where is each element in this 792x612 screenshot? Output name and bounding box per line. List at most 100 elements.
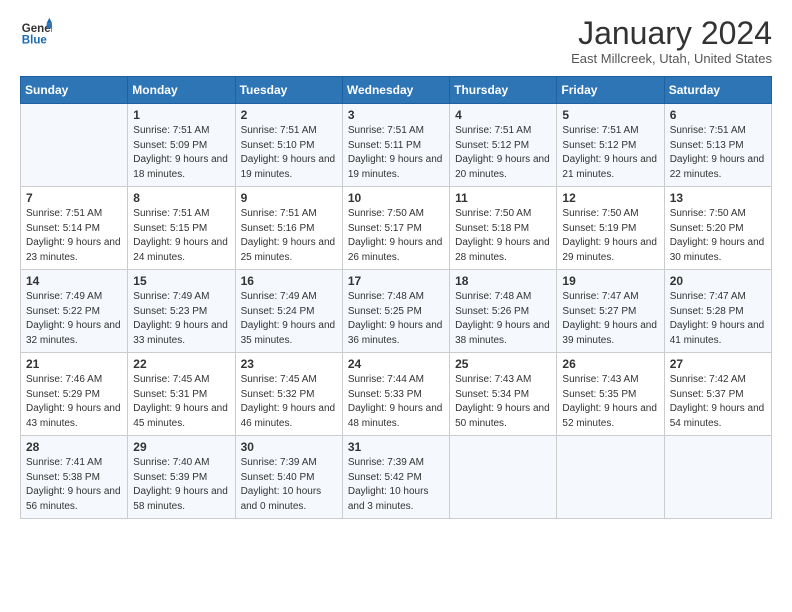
calendar-day-cell: 5Sunrise: 7:51 AMSunset: 5:12 PMDaylight… [557, 104, 664, 187]
calendar-day-cell: 22 Sunrise: 7:45 AMSunset: 5:31 PMDayligh… [128, 353, 235, 436]
day-number: 11 [455, 191, 551, 205]
day-info: Sunrise: 7:51 AMSunset: 5:12 PMDaylight:… [562, 124, 658, 182]
calendar-day-cell: 13 Sunrise: 7:50 AMSunset: 5:20 PMDayligh… [664, 187, 771, 270]
calendar-day-cell: 21Sunrise: 7:46 AMSunset: 5:29 PMDayligh… [21, 353, 128, 436]
calendar-week-row: 7 Sunrise: 7:51 AMSunset: 5:14 PMDaylight… [21, 187, 772, 270]
calendar-body: 1 Sunrise: 7:51 AMSunset: 5:09 PMDaylight… [21, 104, 772, 519]
calendar-day-cell: 23 Sunrise: 7:45 AMSunset: 5:32 PMDayligh… [235, 353, 342, 436]
header: General Blue January 2024 East Millcreek… [20, 16, 772, 66]
day-number: 10 [348, 191, 444, 205]
day-number: 4 [455, 108, 551, 122]
day-number: 7 [26, 191, 122, 205]
day-info: Sunrise: 7:51 AMSunset: 5:10 PMDaylight:… [241, 124, 337, 182]
day-info: Sunrise: 7:48 AMSunset: 5:26 PMDaylight:… [455, 290, 551, 348]
day-info: Sunrise: 7:43 AMSunset: 5:34 PMDaylight:… [455, 373, 551, 431]
svg-text:Blue: Blue [22, 35, 48, 47]
calendar-day-cell: 26Sunrise: 7:43 AMSunset: 5:35 PMDayligh… [557, 353, 664, 436]
day-info: Sunrise: 7:51 AMSunset: 5:12 PMDaylight:… [455, 124, 551, 182]
day-info: Sunrise: 7:49 AMSunset: 5:23 PMDaylight:… [133, 290, 229, 348]
day-number: 26 [562, 357, 658, 371]
calendar-day-cell: 20 Sunrise: 7:47 AMSunset: 5:28 PMDayligh… [664, 270, 771, 353]
day-number: 6 [670, 108, 766, 122]
calendar-day-cell: 18 Sunrise: 7:48 AMSunset: 5:26 PMDayligh… [450, 270, 557, 353]
day-number: 29 [133, 440, 229, 454]
day-info: Sunrise: 7:49 AMSunset: 5:22 PMDaylight:… [26, 290, 122, 348]
weekday-header-row: SundayMondayTuesdayWednesdayThursdayFrid… [21, 77, 772, 104]
day-number: 3 [348, 108, 444, 122]
calendar-day-cell: 19 Sunrise: 7:47 AMSunset: 5:27 PMDayligh… [557, 270, 664, 353]
calendar-day-cell: 17Sunrise: 7:48 AMSunset: 5:25 PMDayligh… [342, 270, 449, 353]
weekday-header-cell: Tuesday [235, 77, 342, 104]
calendar-week-row: 21Sunrise: 7:46 AMSunset: 5:29 PMDayligh… [21, 353, 772, 436]
day-info: Sunrise: 7:49 AMSunset: 5:24 PMDaylight:… [241, 290, 337, 348]
day-info: Sunrise: 7:40 AMSunset: 5:39 PMDaylight:… [133, 456, 229, 514]
day-number: 20 [670, 274, 766, 288]
day-info: Sunrise: 7:47 AMSunset: 5:27 PMDaylight:… [562, 290, 658, 348]
calendar-day-cell: 24Sunrise: 7:44 AMSunset: 5:33 PMDayligh… [342, 353, 449, 436]
day-info: Sunrise: 7:39 AMSunset: 5:40 PMDaylight:… [241, 456, 337, 514]
calendar-day-cell [21, 104, 128, 187]
day-info: Sunrise: 7:45 AMSunset: 5:31 PMDaylight:… [133, 373, 229, 431]
calendar-day-cell: 25 Sunrise: 7:43 AMSunset: 5:34 PMDayligh… [450, 353, 557, 436]
calendar-day-cell: 28 Sunrise: 7:41 AMSunset: 5:38 PMDayligh… [21, 436, 128, 519]
month-title: January 2024 [571, 16, 772, 51]
calendar-day-cell: 14 Sunrise: 7:49 AMSunset: 5:22 PMDayligh… [21, 270, 128, 353]
day-info: Sunrise: 7:42 AMSunset: 5:37 PMDaylight:… [670, 373, 766, 431]
day-info: Sunrise: 7:45 AMSunset: 5:32 PMDaylight:… [241, 373, 337, 431]
day-number: 2 [241, 108, 337, 122]
day-info: Sunrise: 7:51 AMSunset: 5:14 PMDaylight:… [26, 207, 122, 265]
calendar-day-cell [664, 436, 771, 519]
calendar-day-cell: 6 Sunrise: 7:51 AMSunset: 5:13 PMDaylight… [664, 104, 771, 187]
title-block: January 2024 East Millcreek, Utah, Unite… [571, 16, 772, 66]
day-number: 24 [348, 357, 444, 371]
day-number: 15 [133, 274, 229, 288]
day-number: 13 [670, 191, 766, 205]
calendar-day-cell: 10 Sunrise: 7:50 AMSunset: 5:17 PMDayligh… [342, 187, 449, 270]
day-number: 16 [241, 274, 337, 288]
day-info: Sunrise: 7:51 AMSunset: 5:16 PMDaylight:… [241, 207, 337, 265]
day-number: 22 [133, 357, 229, 371]
day-number: 14 [26, 274, 122, 288]
day-info: Sunrise: 7:50 AMSunset: 5:20 PMDaylight:… [670, 207, 766, 265]
calendar-day-cell: 27Sunrise: 7:42 AMSunset: 5:37 PMDayligh… [664, 353, 771, 436]
calendar-day-cell: 4 Sunrise: 7:51 AMSunset: 5:12 PMDaylight… [450, 104, 557, 187]
day-info: Sunrise: 7:46 AMSunset: 5:29 PMDaylight:… [26, 373, 122, 431]
day-number: 28 [26, 440, 122, 454]
calendar-day-cell [450, 436, 557, 519]
day-info: Sunrise: 7:39 AMSunset: 5:42 PMDaylight:… [348, 456, 444, 514]
day-number: 17 [348, 274, 444, 288]
weekday-header-cell: Friday [557, 77, 664, 104]
logo: General Blue [20, 16, 52, 48]
day-info: Sunrise: 7:51 AMSunset: 5:11 PMDaylight:… [348, 124, 444, 182]
calendar-day-cell: 12Sunrise: 7:50 AMSunset: 5:19 PMDayligh… [557, 187, 664, 270]
calendar-day-cell: 3 Sunrise: 7:51 AMSunset: 5:11 PMDaylight… [342, 104, 449, 187]
calendar-day-cell: 1 Sunrise: 7:51 AMSunset: 5:09 PMDaylight… [128, 104, 235, 187]
weekday-header-cell: Sunday [21, 77, 128, 104]
page: General Blue January 2024 East Millcreek… [0, 0, 792, 612]
calendar-day-cell: 29 Sunrise: 7:40 AMSunset: 5:39 PMDayligh… [128, 436, 235, 519]
day-info: Sunrise: 7:50 AMSunset: 5:19 PMDaylight:… [562, 207, 658, 265]
day-number: 25 [455, 357, 551, 371]
calendar-day-cell: 11Sunrise: 7:50 AMSunset: 5:18 PMDayligh… [450, 187, 557, 270]
weekday-header-cell: Thursday [450, 77, 557, 104]
calendar-week-row: 28 Sunrise: 7:41 AMSunset: 5:38 PMDayligh… [21, 436, 772, 519]
calendar-day-cell: 30Sunrise: 7:39 AMSunset: 5:40 PMDayligh… [235, 436, 342, 519]
day-number: 19 [562, 274, 658, 288]
calendar-day-cell: 9Sunrise: 7:51 AMSunset: 5:16 PMDaylight… [235, 187, 342, 270]
day-info: Sunrise: 7:51 AMSunset: 5:13 PMDaylight:… [670, 124, 766, 182]
day-info: Sunrise: 7:51 AMSunset: 5:09 PMDaylight:… [133, 124, 229, 182]
day-info: Sunrise: 7:50 AMSunset: 5:17 PMDaylight:… [348, 207, 444, 265]
location: East Millcreek, Utah, United States [571, 51, 772, 66]
calendar-day-cell: 8Sunrise: 7:51 AMSunset: 5:15 PMDaylight… [128, 187, 235, 270]
day-number: 1 [133, 108, 229, 122]
calendar-day-cell: 2 Sunrise: 7:51 AMSunset: 5:10 PMDaylight… [235, 104, 342, 187]
day-info: Sunrise: 7:47 AMSunset: 5:28 PMDaylight:… [670, 290, 766, 348]
day-info: Sunrise: 7:41 AMSunset: 5:38 PMDaylight:… [26, 456, 122, 514]
weekday-header-cell: Saturday [664, 77, 771, 104]
day-number: 18 [455, 274, 551, 288]
logo-icon: General Blue [20, 16, 52, 48]
calendar-day-cell: 7 Sunrise: 7:51 AMSunset: 5:14 PMDaylight… [21, 187, 128, 270]
calendar-day-cell: 16 Sunrise: 7:49 AMSunset: 5:24 PMDayligh… [235, 270, 342, 353]
day-number: 23 [241, 357, 337, 371]
day-info: Sunrise: 7:51 AMSunset: 5:15 PMDaylight:… [133, 207, 229, 265]
